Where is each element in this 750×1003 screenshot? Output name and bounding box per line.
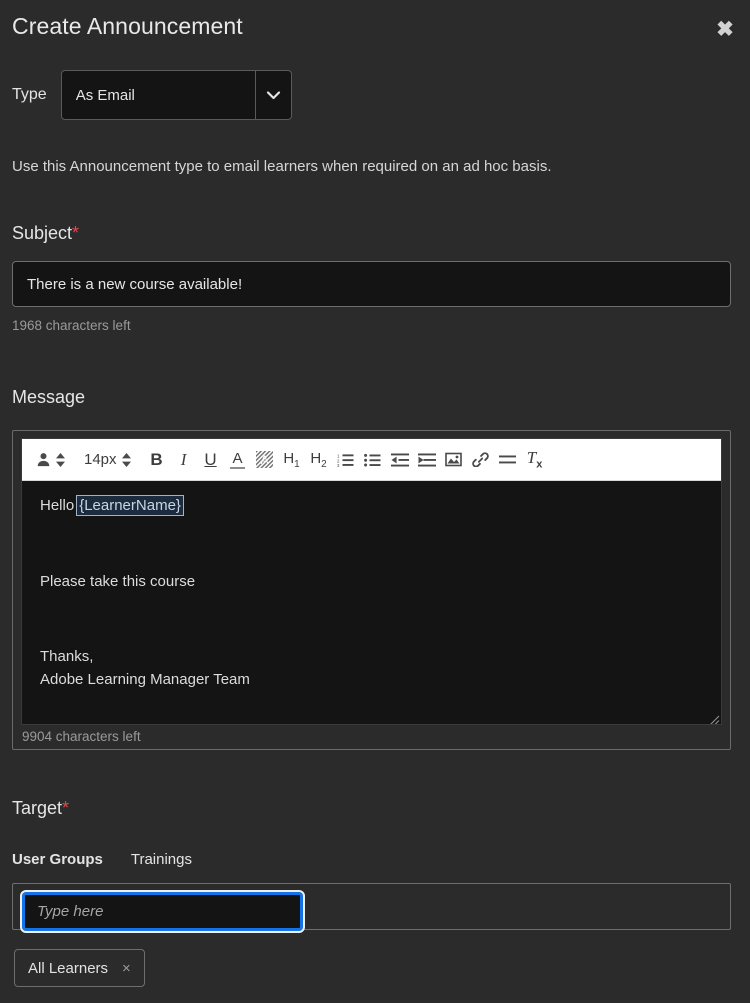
target-label-text: Target [12, 798, 63, 818]
type-select[interactable]: As Email [60, 70, 292, 120]
target-search-input[interactable] [20, 890, 305, 933]
message-characters-left: 9904 characters left [22, 729, 141, 744]
heading-1-icon[interactable]: H1 [279, 443, 305, 477]
target-required-marker: * [62, 798, 70, 818]
type-field-row: Type As Email [12, 70, 292, 120]
font-size-stepper-icon[interactable] [121, 452, 131, 467]
chip-remove-icon[interactable]: × [122, 960, 131, 977]
font-size-stepper[interactable]: 14px [78, 443, 137, 477]
message-line-3: Thanks, [40, 648, 94, 665]
ordered-list-icon[interactable]: 123 [333, 443, 359, 477]
unordered-list-icon[interactable] [360, 443, 386, 477]
italic-icon[interactable]: I [171, 443, 197, 477]
text-color-icon[interactable]: A [225, 443, 251, 477]
chip-label: All Learners [28, 959, 109, 977]
svg-text:3: 3 [337, 463, 340, 467]
target-label: Target* [12, 798, 69, 819]
subject-label-text: Subject [12, 223, 73, 243]
type-select-value: As Email [75, 86, 135, 104]
underline-icon[interactable]: U [198, 443, 224, 477]
greeting-text: Hello [40, 497, 75, 514]
message-body[interactable]: Hello {LearnerName} Please take this cour… [22, 481, 721, 724]
message-label: Message [12, 387, 86, 407]
message-editor-container: 14px B I U A A H1 H2 1 2 3 Tx Hello {Lea… [12, 430, 731, 750]
tab-trainings[interactable]: Trainings [131, 851, 192, 868]
target-search-container [12, 883, 731, 933]
target-tabs: User Groups Trainings [12, 851, 192, 868]
message-line-greeting: Hello {LearnerName} [40, 495, 703, 518]
outdent-icon[interactable] [387, 443, 413, 477]
placeholder-stepper-icon[interactable] [56, 452, 65, 467]
dialog-header: Create Announcement ✖ [0, 0, 750, 56]
clear-formatting-icon[interactable]: Tx [522, 443, 548, 477]
subject-input[interactable] [12, 261, 731, 307]
create-announcement-dialog: Create Announcement ✖ Type As Email Use … [0, 0, 750, 1003]
learner-name-token[interactable]: {LearnerName} [76, 495, 184, 516]
align-icon[interactable] [495, 443, 521, 477]
subject-required-marker: * [72, 223, 80, 243]
heading-2-icon[interactable]: H2 [306, 443, 332, 477]
insert-link-icon[interactable] [468, 443, 494, 477]
type-hint-text: Use this Announcement type to email lear… [12, 158, 552, 175]
type-label: Type [12, 86, 47, 103]
chevron-down-icon[interactable] [254, 71, 291, 119]
highlight-color-icon[interactable]: A [252, 443, 278, 477]
indent-icon[interactable] [414, 443, 440, 477]
resize-handle-icon[interactable] [706, 711, 720, 724]
rte-toolbar: 14px B I U A A H1 H2 1 2 3 Tx [22, 439, 721, 481]
close-icon[interactable]: ✖ [710, 14, 740, 44]
message-line-4: Adobe Learning Manager Team [40, 670, 250, 688]
target-chip-all-learners[interactable]: All Learners × [14, 949, 145, 987]
bold-icon[interactable]: B [144, 443, 170, 477]
subject-characters-left: 1968 characters left [12, 318, 131, 333]
subject-label: Subject* [12, 223, 79, 244]
insert-image-icon[interactable] [441, 443, 467, 477]
message-editor: 14px B I U A A H1 H2 1 2 3 Tx Hello {Lea… [21, 438, 722, 725]
message-line-2: Please take this course [40, 572, 196, 590]
page-title: Create Announcement [12, 13, 243, 39]
svg-text:A: A [261, 453, 269, 467]
insert-placeholder-icon[interactable] [30, 443, 71, 477]
tab-user-groups[interactable]: User Groups [12, 851, 103, 868]
font-size-value: 14px [84, 451, 117, 468]
